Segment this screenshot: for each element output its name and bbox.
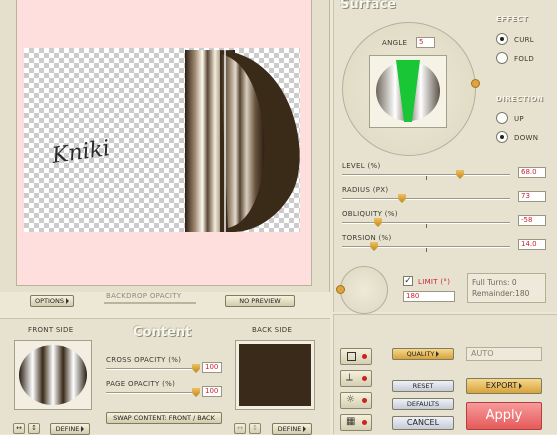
cross-opacity-slider[interactable] <box>106 364 200 374</box>
cross-opacity-label: CROSS OPACITY (%) <box>106 356 182 364</box>
backdrop-opacity-slider[interactable] <box>104 302 196 304</box>
caret-right-icon <box>303 426 307 432</box>
limit-label: LIMIT (°) <box>418 278 451 286</box>
reset-label: RESET <box>412 382 434 390</box>
status-dot-icon <box>362 398 367 403</box>
quality-value-field[interactable]: AUTO <box>466 347 542 361</box>
remainder-text: Remainder:180 <box>472 289 530 298</box>
full-turns-text: Full Turns: 0 <box>472 278 517 287</box>
quality-button[interactable]: QUALITY <box>392 348 454 360</box>
effect-fold-label: FOLD <box>514 55 535 63</box>
angle-dial-handle[interactable] <box>471 79 480 88</box>
obliquity-label: OBLIQUITY (%) <box>342 210 398 218</box>
turns-info-box: Full Turns: 0 Remainder:180 <box>467 273 546 303</box>
angle-preview-image <box>376 60 440 122</box>
surface-title: Surface <box>340 0 396 12</box>
export-button[interactable]: EXPORT <box>466 378 542 394</box>
cancel-button[interactable]: CANCEL <box>392 416 454 430</box>
caret-right-icon <box>436 351 440 357</box>
tool-axis-button[interactable]: ⟂ <box>340 370 372 387</box>
obliquity-slider[interactable] <box>342 218 510 228</box>
reset-button[interactable]: RESET <box>392 380 454 392</box>
axis-icon: ⟂ <box>346 372 353 383</box>
radius-slider[interactable] <box>342 194 510 204</box>
direction-label: DIRECTION <box>496 95 544 103</box>
tool-light-button[interactable]: ☼ <box>340 392 372 409</box>
limit-value-field[interactable]: 180 <box>403 291 455 302</box>
status-dot-icon <box>362 376 367 381</box>
options-label: OPTIONS <box>34 297 65 305</box>
page-icon <box>347 352 356 361</box>
grid-icon: ▦ <box>346 416 356 427</box>
tool-grid-button[interactable]: ▦ <box>340 414 372 431</box>
front-side-label: FRONT SIDE <box>28 326 74 334</box>
flip-vertical-button[interactable]: ↕ <box>28 423 40 434</box>
front-side-image <box>19 345 87 405</box>
apply-label: Apply <box>485 408 523 423</box>
no-preview-button[interactable]: NO PREVIEW <box>225 295 295 307</box>
level-value-field[interactable]: 68.0 <box>518 167 546 178</box>
export-label: EXPORT <box>485 381 518 390</box>
direction-up-radio[interactable] <box>496 112 508 124</box>
torsion-dial[interactable] <box>340 266 388 314</box>
front-define-button[interactable]: DEFINE <box>50 423 90 435</box>
page-opacity-value-field[interactable]: 100 <box>202 386 222 397</box>
back-define-button[interactable]: DEFINE <box>272 423 312 435</box>
radius-value-field[interactable]: 73 <box>518 191 546 202</box>
status-dot-icon <box>362 420 367 425</box>
level-label: LEVEL (%) <box>342 162 381 170</box>
curled-page-preview <box>185 50 300 232</box>
defaults-button[interactable]: DEFAULTS <box>392 398 454 410</box>
content-title: Content <box>133 325 192 340</box>
obliquity-value-field[interactable]: -58 <box>518 215 546 226</box>
caret-right-icon <box>519 382 523 389</box>
radius-label: RADIUS (PX) <box>342 186 389 194</box>
effect-fold-radio[interactable] <box>496 52 508 64</box>
limit-checkbox[interactable]: ✓ <box>403 276 413 286</box>
direction-down-radio[interactable] <box>496 131 508 143</box>
no-preview-label: NO PREVIEW <box>239 297 281 305</box>
effect-label: EFFECT <box>496 15 529 23</box>
sun-icon: ☼ <box>346 394 355 405</box>
angle-value-field[interactable]: 5 <box>416 37 435 48</box>
torsion-value-field[interactable]: 14.0 <box>518 239 546 250</box>
back-define-label: DEFINE <box>277 425 302 433</box>
cancel-label: CANCEL <box>406 418 440 427</box>
tool-page-button[interactable] <box>340 348 372 365</box>
options-button[interactable]: OPTIONS <box>30 295 74 307</box>
level-slider[interactable] <box>342 170 510 180</box>
cross-opacity-value-field[interactable]: 100 <box>202 362 222 373</box>
quality-label: QUALITY <box>406 350 435 358</box>
front-define-label: DEFINE <box>55 425 80 433</box>
defaults-label: DEFAULTS <box>406 400 440 408</box>
apply-button[interactable]: Apply <box>466 402 542 430</box>
caret-right-icon <box>81 426 85 432</box>
effect-curl-label: CURL <box>514 36 534 44</box>
page-opacity-slider[interactable] <box>106 388 200 398</box>
back-side-color-swatch <box>239 344 311 406</box>
flip-horizontal-button[interactable]: ↔ <box>13 423 25 434</box>
swap-content-button[interactable]: SWAP CONTENT: FRONT / BACK <box>106 412 222 424</box>
back-side-label: BACK SIDE <box>252 326 293 334</box>
backdrop-opacity-label: BACKDROP OPACITY <box>106 292 182 300</box>
page-opacity-label: PAGE OPACITY (%) <box>106 380 176 388</box>
caret-right-icon <box>66 298 70 304</box>
angle-label: ANGLE <box>382 39 408 47</box>
direction-up-label: UP <box>514 115 524 123</box>
direction-down-label: DOWN <box>514 134 539 142</box>
back-flip-horizontal-button[interactable]: ↔ <box>234 423 246 434</box>
swap-content-label: SWAP CONTENT: FRONT / BACK <box>113 414 215 422</box>
effect-curl-radio[interactable] <box>496 33 508 45</box>
back-flip-vertical-button[interactable]: ↕ <box>249 423 261 434</box>
torsion-slider[interactable] <box>342 242 510 252</box>
torsion-label: TORSION (%) <box>342 234 392 242</box>
torsion-dial-handle[interactable] <box>336 285 345 294</box>
status-dot-icon <box>362 354 367 359</box>
